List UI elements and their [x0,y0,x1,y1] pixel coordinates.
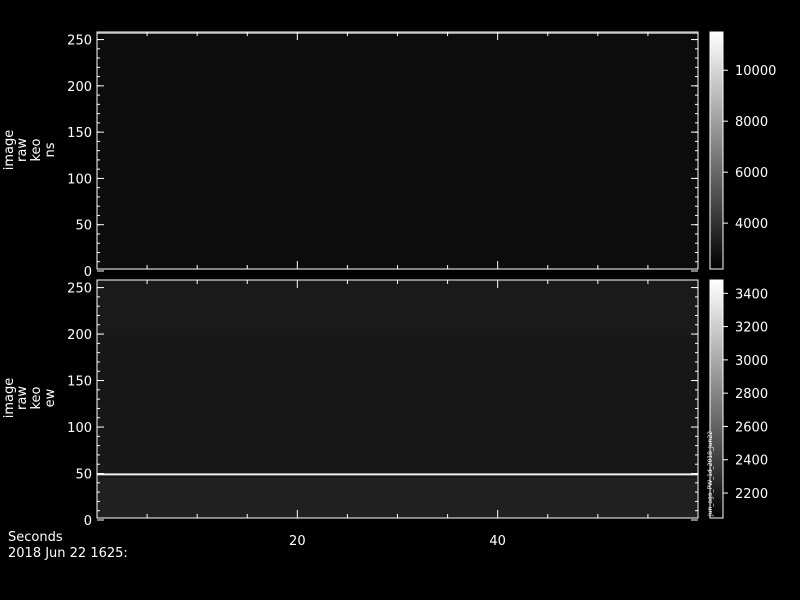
panel-ew-ytick-label: 200 [67,328,92,343]
panel-ew-ylabel-line-3: keo [29,386,44,409]
colorbar-ew-tick-label: 3000 [735,354,768,369]
colorbar-ns-gradient [710,32,723,269]
colorbar-ns-tick-label: 6000 [735,166,768,181]
panel-ew-upper-shade [97,280,698,335]
colorbar-ew-credit: Jun_ago_PW_1d_2018_Jun22 [707,431,714,517]
panel-ew-bright-line [97,473,698,476]
colorbar-ew-tick-label: 3200 [735,321,768,336]
colorbar-ew-tick-label: 2600 [735,420,768,435]
panel-ns-ytick-label: 150 [67,126,92,141]
panel-ew-ytick-label: 150 [67,375,92,390]
panel-ns-ytick-label: 250 [67,34,92,49]
colorbar-ns: 4000 6000 8000 10000 [709,31,776,270]
keogram-figure: 050100150200250 image raw keo ns 4000600… [2,31,776,549]
panel-ew-ytick-label: 0 [84,514,92,529]
panel-ns-ytick-label: 100 [67,172,92,187]
x-tick-label: 40 [489,534,506,549]
panel-ew-ylabel-line-4: ew [43,388,58,407]
panel-ew-ytick-label: 100 [67,421,92,436]
panel-ns-ylabel-line-2: raw [15,138,30,162]
x-tick-labels: 20 40 [289,534,506,549]
colorbar-ns-ticks: 4000 6000 8000 10000 [723,64,776,232]
panel-ns-ylabel-line-3: keo [29,138,44,161]
panel-ew-ytick-label: 50 [75,468,92,483]
panel-ew: 050100150200250 image raw keo ew [2,279,699,529]
panel-ew-ytick-label: 250 [67,282,92,297]
colorbar-ew-tick-label: 2400 [735,454,768,469]
colorbar-ns-tick-label: 8000 [735,115,768,130]
colorbar-ns-tick-label: 4000 [735,217,768,232]
colorbar-ew-ticks: 2200 2400 2600 2800 3000 3200 3400 [723,287,768,502]
colorbar-ew-tick-label: 3400 [735,287,768,302]
panel-ns: 050100150200250 image raw keo ns [2,31,699,280]
panel-ns-image [97,32,698,269]
x-axis-title: Seconds [8,530,63,545]
panel-ew-lower-shade [97,478,698,518]
colorbar-ew-tick-label: 2800 [735,387,768,402]
colorbar-ns-tick-label: 10000 [735,64,776,79]
x-tick-label: 20 [289,534,306,549]
colorbar-ew-tick-label: 2200 [735,487,768,502]
footer-date: 2018 Jun 22 1625: [8,546,128,561]
panel-ns-ylabel-line-4: ns [43,142,58,157]
panel-ew-ylabel-line-2: raw [15,386,30,410]
colorbar-ew: 2200 2400 2600 2800 3000 3200 3400 Jun_ago_PW_… [707,279,768,519]
panel-ns-ytick-label: 0 [84,265,92,280]
panel-ns-ytick-label: 200 [67,80,92,95]
panel-ns-ytick-label: 50 [75,219,92,234]
